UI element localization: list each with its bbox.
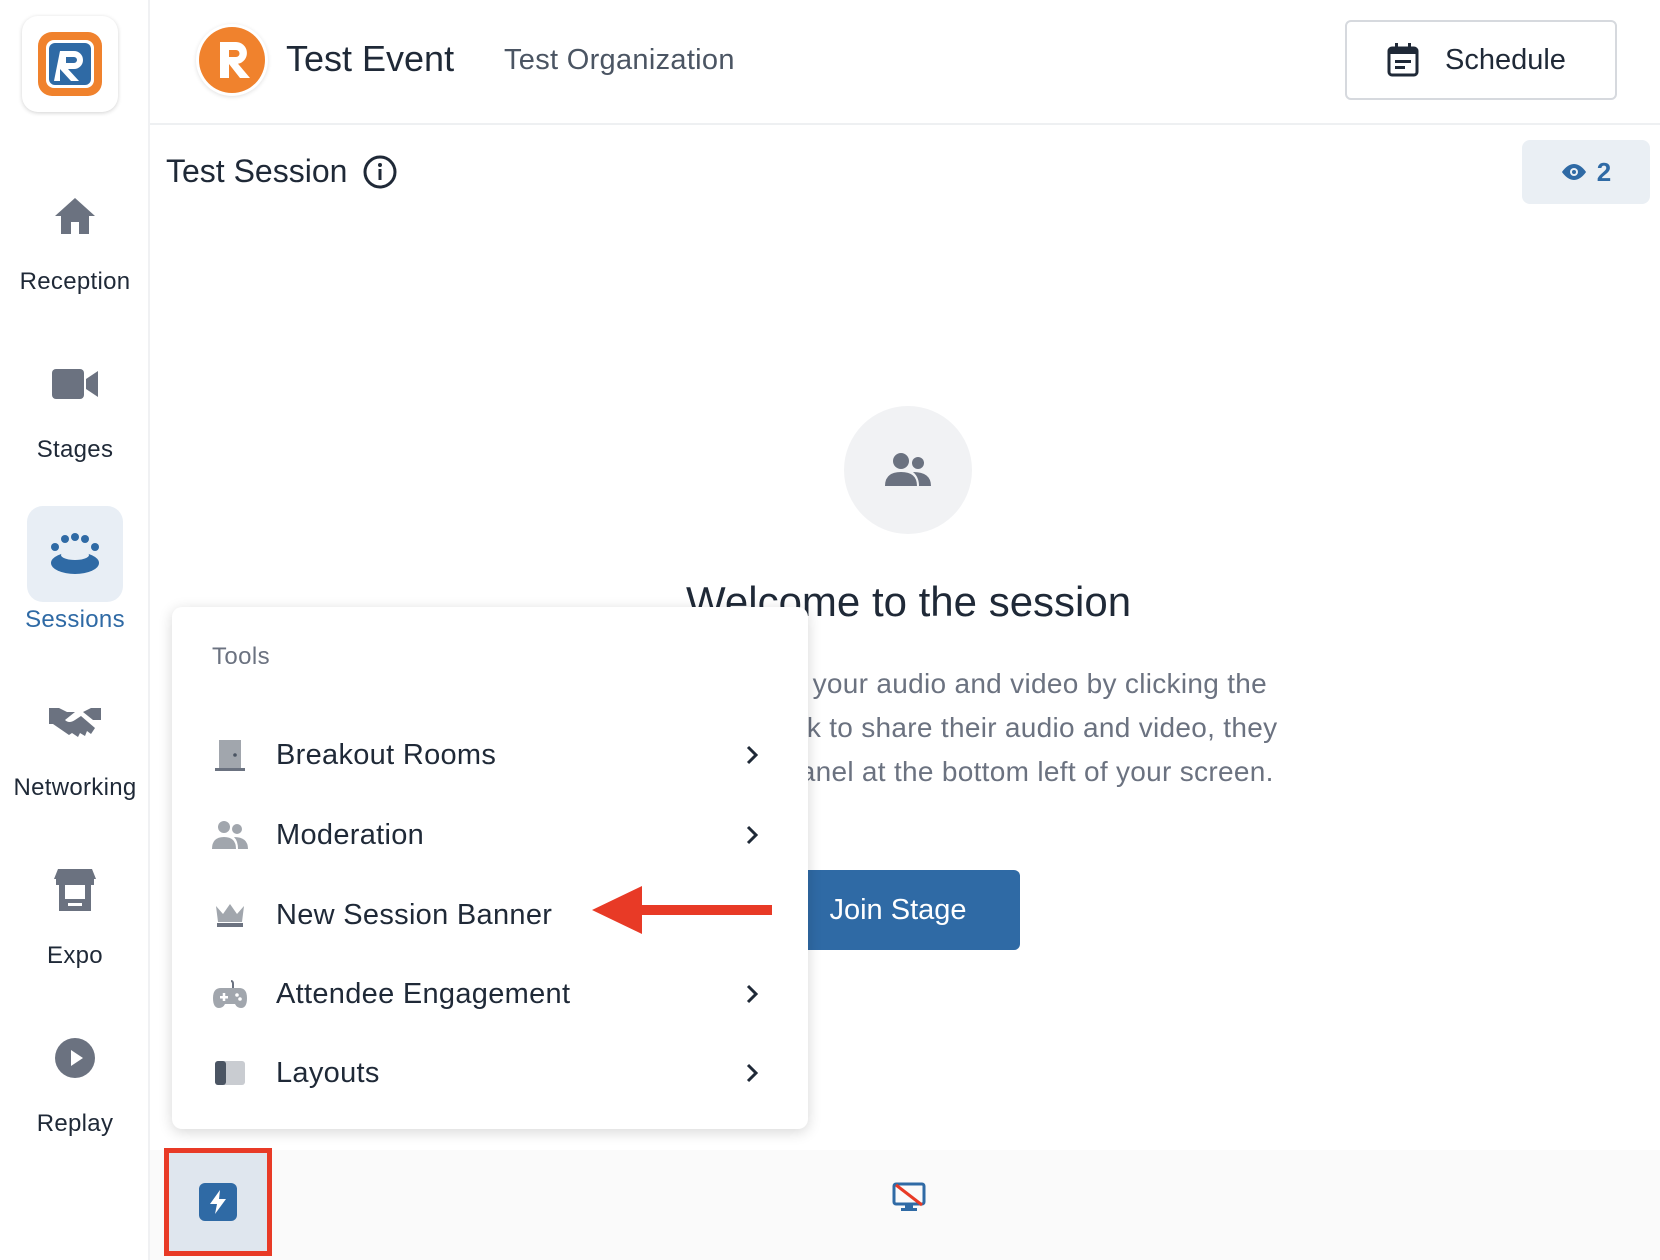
chevron-right-icon <box>738 1059 766 1087</box>
lightning-icon <box>199 1183 237 1221</box>
sidebar-item-sessions[interactable]: Sessions <box>0 506 150 634</box>
menu-item-label: Layouts <box>276 1056 380 1089</box>
top-header: Test Event Test Organization Schedule <box>150 0 1660 125</box>
event-logo <box>196 24 268 96</box>
session-title: Test Session <box>166 153 348 189</box>
app-logo-icon <box>38 32 102 96</box>
sidebar: Reception Stages Sessions Networking Exp… <box>0 0 150 1260</box>
annotation-arrow-icon <box>592 886 772 934</box>
play-circle-icon <box>27 1010 123 1106</box>
menu-item-label: Breakout Rooms <box>276 738 497 771</box>
sidebar-item-reception[interactable]: Reception <box>0 168 150 296</box>
chevron-right-icon <box>738 741 766 769</box>
organization-name[interactable]: Test Organization <box>504 44 735 77</box>
chevron-right-icon <box>738 821 766 849</box>
menu-item-attendee-engagement[interactable]: Attendee Engagement <box>172 956 808 1032</box>
sidebar-item-expo[interactable]: Expo <box>0 842 150 970</box>
menu-item-moderation[interactable]: Moderation <box>172 797 808 873</box>
layout-icon <box>212 1055 248 1091</box>
home-icon <box>27 168 123 264</box>
info-icon[interactable] <box>363 155 397 189</box>
app-logo[interactable] <box>22 16 118 112</box>
screen-share-off-icon[interactable] <box>892 1182 926 1212</box>
sidebar-item-label: Replay <box>36 1110 114 1137</box>
join-stage-button[interactable]: Join Stage <box>776 870 1020 950</box>
viewer-count-badge[interactable]: 2 <box>1522 140 1650 204</box>
menu-item-breakout-rooms[interactable]: Breakout Rooms <box>172 717 808 793</box>
sidebar-item-label: Sessions <box>25 606 125 633</box>
sidebar-item-label: Stages <box>36 436 114 463</box>
menu-item-layouts[interactable]: Layouts <box>172 1035 808 1111</box>
tools-menu-header: Tools <box>212 643 271 670</box>
users-icon <box>885 453 931 486</box>
users-icon <box>212 817 248 853</box>
tools-menu: Tools Breakout Rooms Moderation New Sess… <box>172 607 808 1129</box>
event-logo-icon <box>199 27 265 93</box>
tools-toggle-button[interactable] <box>164 1148 272 1256</box>
people-group-icon <box>27 506 123 602</box>
viewer-count: 2 <box>1596 156 1612 187</box>
sidebar-item-label: Networking <box>13 774 137 801</box>
video-camera-icon <box>27 336 123 432</box>
menu-item-label: Moderation <box>276 818 425 851</box>
gamepad-icon <box>212 976 248 1012</box>
sidebar-item-networking[interactable]: Networking <box>0 674 150 802</box>
session-title-row: Test Session <box>166 153 397 190</box>
sidebar-item-label: Expo <box>47 942 103 969</box>
schedule-button[interactable]: Schedule <box>1345 20 1617 100</box>
welcome-avatar <box>844 406 972 534</box>
chevron-right-icon <box>738 980 766 1008</box>
calendar-icon <box>1387 43 1419 77</box>
menu-item-label: New Session Banner <box>276 898 553 931</box>
event-title: Test Event <box>286 38 455 79</box>
handshake-icon <box>27 674 123 770</box>
sidebar-item-label: Reception <box>19 268 131 295</box>
booth-icon <box>27 842 123 938</box>
sidebar-item-replay[interactable]: Replay <box>0 1010 150 1138</box>
schedule-label: Schedule <box>1445 43 1566 76</box>
eye-icon <box>1561 164 1586 180</box>
crown-icon <box>212 897 248 933</box>
sidebar-item-stages[interactable]: Stages <box>0 336 150 464</box>
menu-item-label: Attendee Engagement <box>276 977 571 1010</box>
door-icon <box>212 737 248 773</box>
